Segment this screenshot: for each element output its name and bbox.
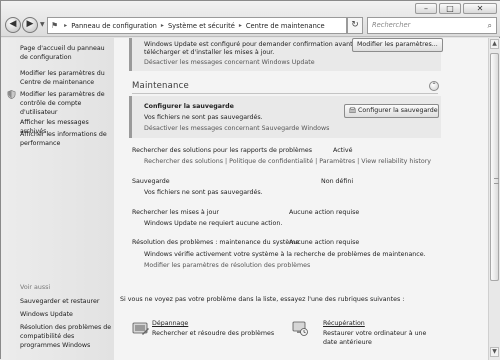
backup-status: Non défini bbox=[321, 178, 354, 185]
update-message-line1: Windows Update est configuré pour demand… bbox=[144, 41, 363, 48]
collapse-section-button[interactable]: ⌃ bbox=[429, 81, 439, 91]
backup-dismiss-link[interactable]: Désactiver les messages concernant Sauve… bbox=[144, 125, 329, 133]
sidebar-item-compatibility-troubleshooter[interactable]: Résolution des problèmes de compatibilit… bbox=[20, 323, 115, 350]
scroll-thumb[interactable] bbox=[490, 53, 499, 281]
updates-detail: Windows Update ne requiert aucune action… bbox=[144, 220, 283, 227]
troubleshooting-label: Résolution des problèmes : maintenance d… bbox=[132, 239, 300, 246]
scroll-up-arrow-icon: ▲ bbox=[492, 40, 497, 47]
problem-reports-label: Rechercher des solutions pour les rappor… bbox=[132, 147, 313, 154]
troubleshooting-status: Aucune action requise bbox=[289, 239, 360, 246]
sidebar-item-action-center-settings[interactable]: Modifier les paramètres du Centre de mai… bbox=[20, 69, 112, 87]
footer-prompt: Si vous ne voyez pas votre problème dans… bbox=[120, 296, 405, 303]
see-also-heading: Voir aussi bbox=[20, 284, 51, 291]
sidebar-item-performance[interactable]: Afficher les informations de performance bbox=[20, 130, 112, 148]
refresh-button[interactable]: ↻ bbox=[347, 17, 363, 34]
sidebar-item-uac-settings[interactable]: Modifier les paramètres de contrôle de c… bbox=[20, 90, 112, 117]
update-dismiss-link[interactable]: Désactiver les messages concernant Windo… bbox=[144, 59, 315, 67]
breadcrumb-system-security[interactable]: Système et sécurité bbox=[168, 22, 235, 30]
find-solutions-link[interactable]: Rechercher des solutions bbox=[144, 158, 223, 165]
control-panel-icon: ⚑ bbox=[51, 21, 59, 30]
troubleshooting-description: Rechercher et résoudre des problèmes bbox=[152, 330, 275, 337]
updates-label: Rechercher les mises à jour bbox=[132, 209, 219, 216]
refresh-icon: ↻ bbox=[351, 20, 359, 30]
close-button[interactable]: ✕ bbox=[463, 3, 497, 14]
recovery-title-link[interactable]: Récupération bbox=[323, 320, 365, 328]
updates-status: Aucune action requise bbox=[289, 209, 360, 216]
chevron-down-icon: ▼ bbox=[40, 21, 45, 28]
problem-reports-links: Rechercher des solutions | Politique de … bbox=[144, 158, 431, 166]
sidebar-item-backup-restore[interactable]: Sauvegarder et restaurer bbox=[20, 297, 99, 306]
sidebar: Page d'accueil du panneau de configurati… bbox=[1, 38, 114, 360]
back-arrow-icon: ◀ bbox=[9, 19, 17, 29]
forward-arrow-icon: ▶ bbox=[26, 19, 34, 29]
settings-link[interactable]: Paramètres bbox=[319, 158, 355, 165]
recovery-description-line2: date antérieure bbox=[323, 339, 372, 346]
backup-message-title: Configurer la sauvegarde bbox=[144, 103, 234, 110]
search-icon[interactable]: ⌕ bbox=[488, 18, 492, 33]
recovery-description-line1: Restaurer votre ordinateur à une bbox=[323, 330, 427, 337]
sidebar-item-windows-update[interactable]: Windows Update bbox=[20, 310, 73, 319]
reliability-history-link[interactable]: View reliability history bbox=[361, 158, 431, 165]
maintenance-header[interactable]: Maintenance bbox=[132, 81, 189, 91]
backup-message-status: Vos fichiers ne sont pas sauvegardés. bbox=[144, 114, 263, 121]
backup-detail: Vos fichiers ne sont pas sauvegardés. bbox=[144, 189, 263, 196]
maximize-button[interactable]: □ bbox=[439, 3, 461, 14]
breadcrumb-separator-icon: ▸ bbox=[238, 22, 242, 29]
breadcrumb-separator-icon: ▸ bbox=[160, 22, 164, 29]
scroll-up-button[interactable]: ▲ bbox=[490, 39, 499, 49]
windows-update-message: Windows Update est configuré pour demand… bbox=[129, 38, 443, 71]
vertical-scrollbar[interactable]: ▲ ▼ bbox=[488, 38, 500, 360]
chevron-up-icon: ⌃ bbox=[431, 82, 437, 89]
sidebar-home-link[interactable]: Page d'accueil du panneau de configurati… bbox=[20, 44, 112, 62]
modify-settings-button[interactable]: Modifier les paramètres... bbox=[352, 38, 443, 52]
configure-backup-label: Configurer la sauvegarde bbox=[358, 107, 438, 114]
backup-icon bbox=[349, 106, 356, 114]
troubleshooting-icon bbox=[132, 322, 149, 335]
modify-settings-label: Modifier les paramètres... bbox=[357, 41, 438, 48]
search-input[interactable]: Rechercher ⌕ bbox=[367, 17, 497, 34]
breadcrumb-action-center[interactable]: Centre de maintenance bbox=[246, 22, 325, 30]
update-message-line2: télécharger et d'installer les mises à j… bbox=[144, 49, 275, 56]
backup-message: Configurer la sauvegarde Vos fichiers ne… bbox=[129, 96, 441, 138]
privacy-policy-link[interactable]: Politique de confidentialité bbox=[229, 158, 313, 165]
recent-pages-dropdown[interactable]: ▼ bbox=[40, 21, 45, 28]
window: – □ ✕ ◀ ▶ ▼ ⚑ ▸ Panneau de configuration… bbox=[0, 0, 500, 360]
section-divider bbox=[132, 93, 438, 94]
recovery-icon bbox=[292, 321, 308, 336]
scroll-down-button[interactable]: ▼ bbox=[490, 347, 499, 357]
breadcrumb-separator-icon: ▸ bbox=[64, 22, 68, 29]
problem-reports-status: Activé bbox=[333, 147, 353, 154]
configure-backup-button[interactable]: Configurer la sauvegarde bbox=[344, 104, 439, 118]
troubleshooting-settings-link[interactable]: Modifier les paramètres de résolution de… bbox=[144, 262, 310, 270]
address-bar[interactable]: ⚑ ▸ Panneau de configuration ▸ Système e… bbox=[47, 17, 347, 34]
breadcrumb-control-panel[interactable]: Panneau de configuration bbox=[71, 22, 157, 30]
scroll-down-arrow-icon: ▼ bbox=[492, 348, 497, 355]
troubleshooting-title-link[interactable]: Dépannage bbox=[152, 320, 188, 328]
back-button[interactable]: ◀ bbox=[5, 17, 21, 33]
forward-button[interactable]: ▶ bbox=[22, 17, 38, 33]
uac-shield-icon bbox=[7, 90, 16, 99]
minimize-button[interactable]: – bbox=[415, 3, 437, 14]
backup-label: Sauvegarde bbox=[132, 178, 170, 185]
search-placeholder: Rechercher bbox=[372, 21, 411, 29]
troubleshooting-detail: Windows vérifie activement votre système… bbox=[144, 251, 426, 258]
window-controls: – □ ✕ bbox=[415, 3, 497, 14]
scroll-grip bbox=[494, 178, 499, 184]
top-bar: – □ ✕ ◀ ▶ ▼ ⚑ ▸ Panneau de configuration… bbox=[1, 1, 500, 37]
